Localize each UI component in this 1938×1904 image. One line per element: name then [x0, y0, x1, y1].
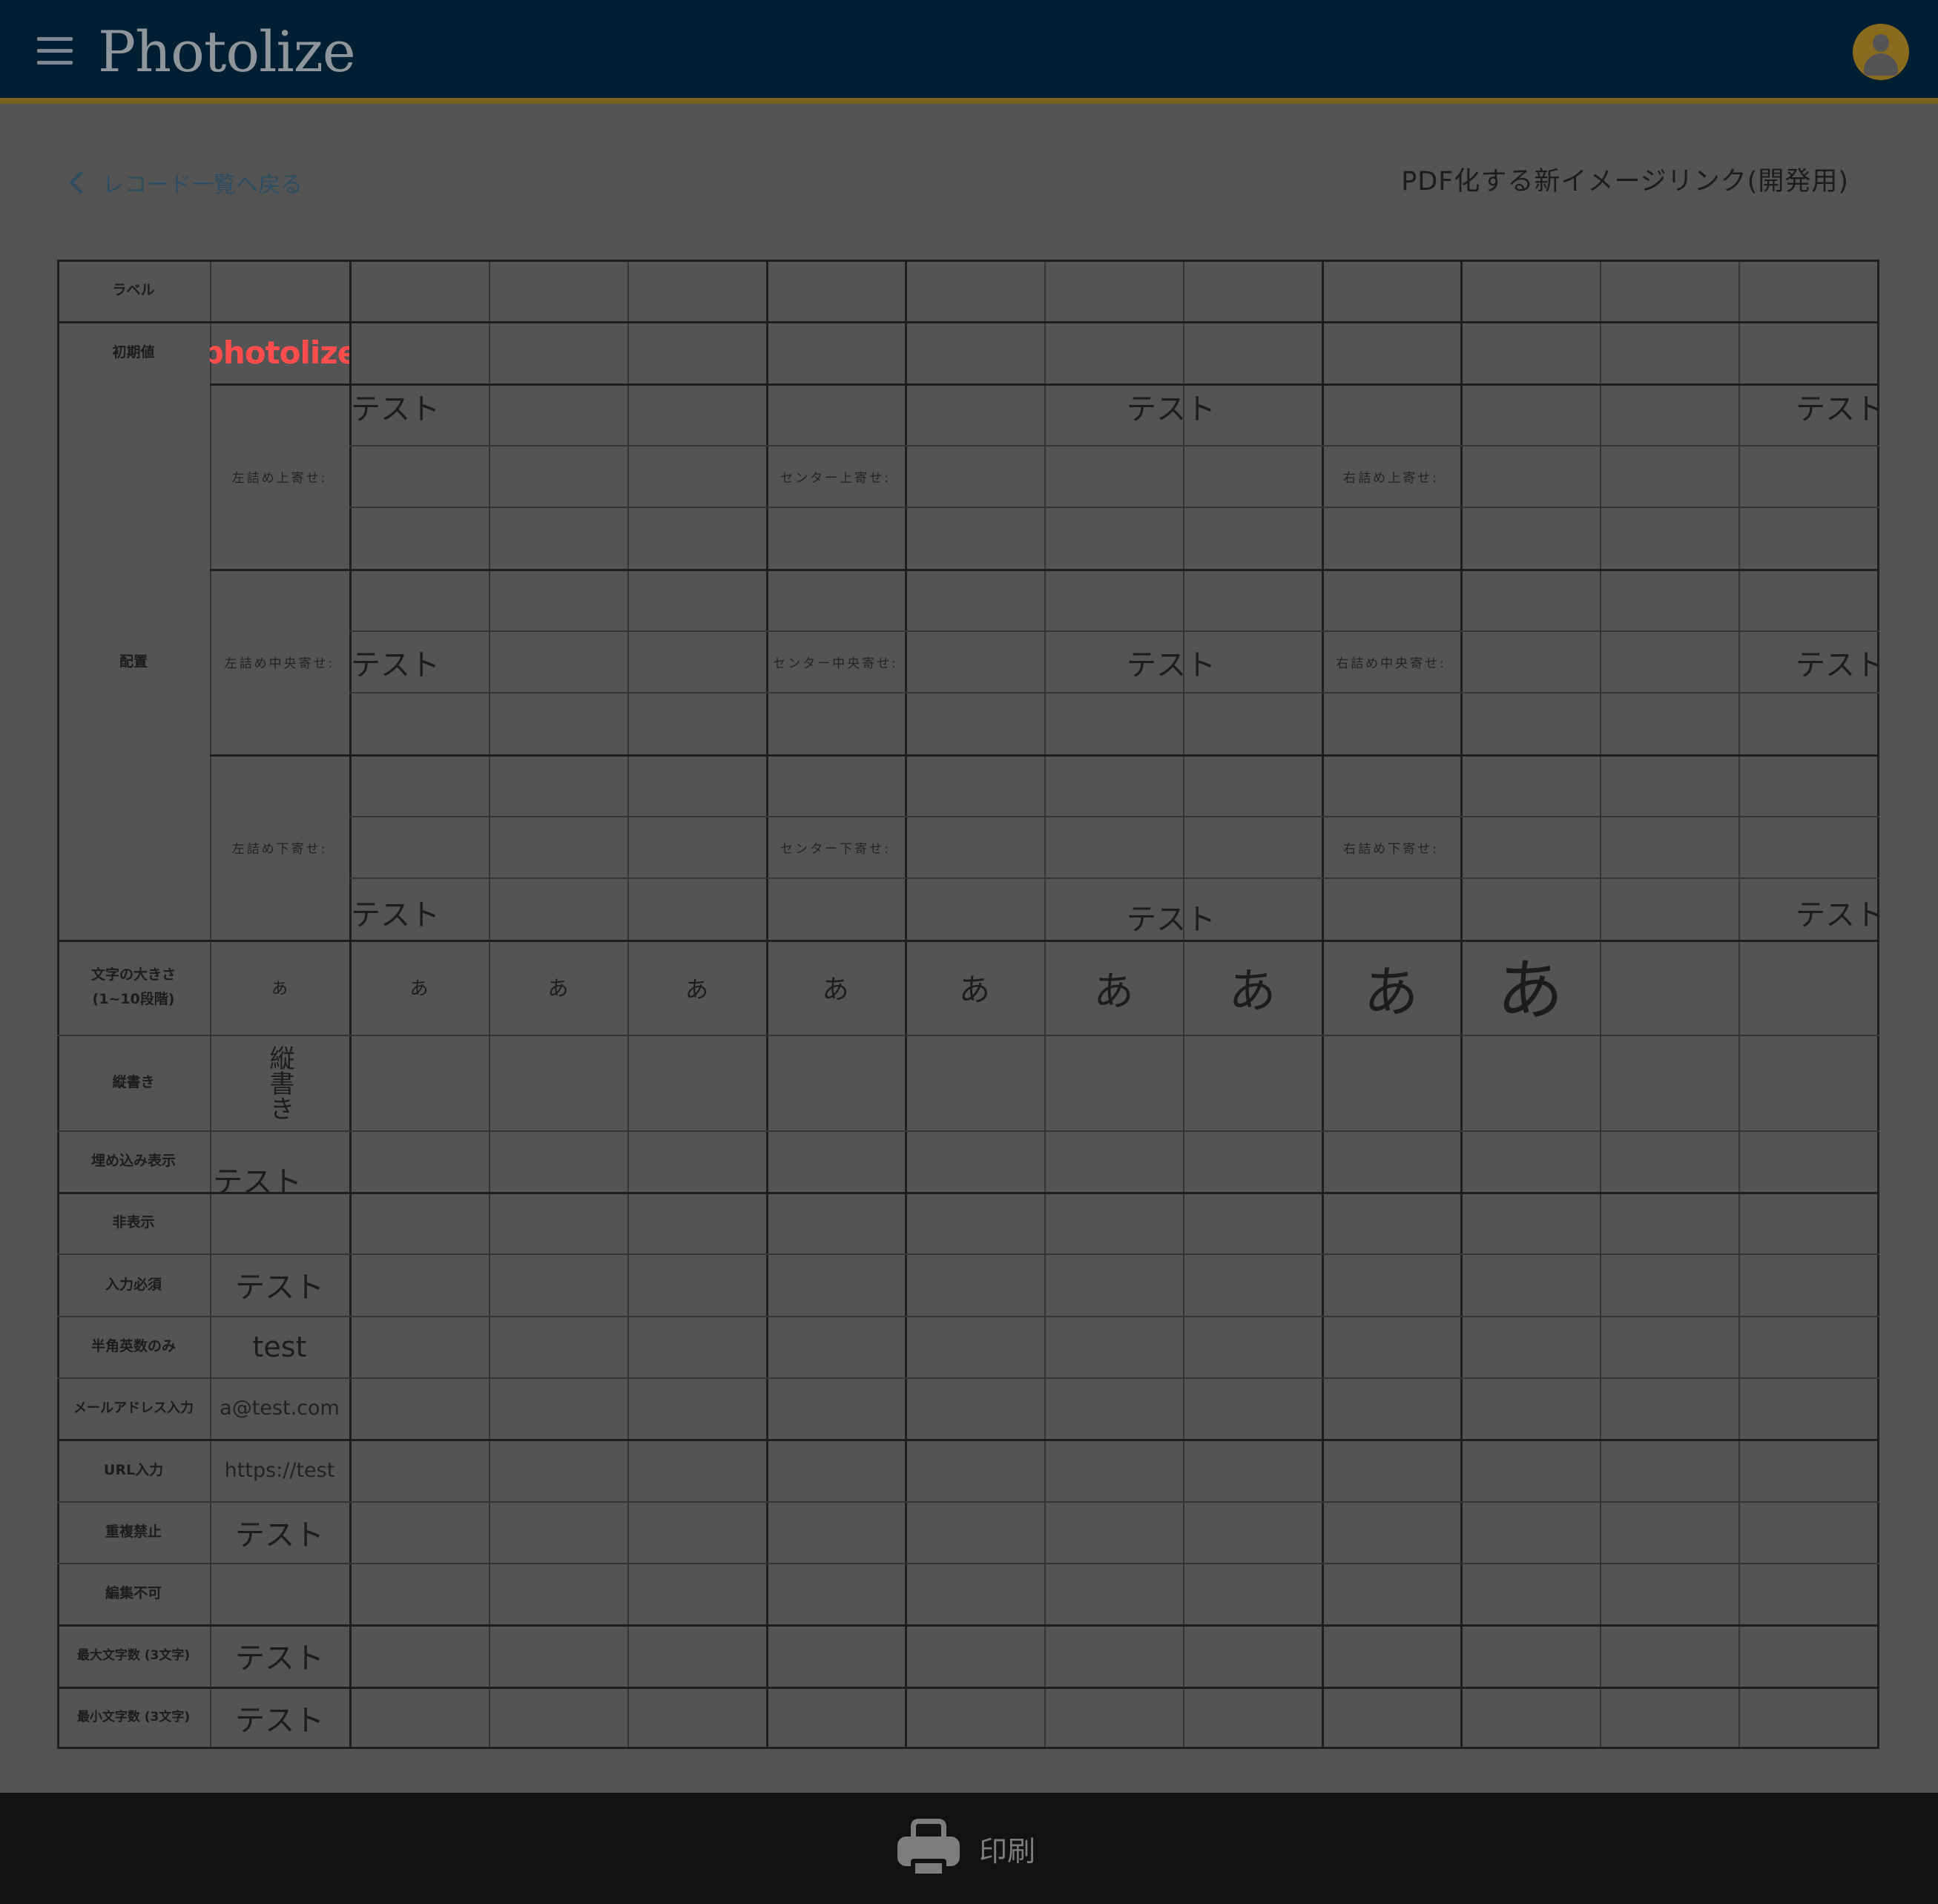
- align-text-right-top: テスト: [1796, 392, 1878, 426]
- align-text-left-mid: テスト: [351, 648, 440, 682]
- size-sample-3: あ: [547, 976, 569, 1001]
- size-sample-2: あ: [409, 978, 429, 999]
- row-label-email: メールアドレス入力: [73, 1400, 194, 1416]
- embed-field[interactable]: テスト: [210, 1130, 349, 1192]
- align-text-center-top: テスト: [1127, 392, 1216, 426]
- email-field[interactable]: a@test.com: [210, 1377, 349, 1439]
- hamburger-icon[interactable]: [37, 37, 73, 67]
- app-logo: Photolize: [98, 19, 356, 85]
- no-duplicate-field[interactable]: テスト: [210, 1501, 349, 1563]
- align-label-right-top: 右詰め上寄せ:: [1343, 470, 1439, 486]
- app-header: Photolize: [0, 0, 1938, 104]
- align-label-center-top: センター上寄せ:: [780, 470, 891, 486]
- size-sample-9: あ: [1363, 960, 1419, 1024]
- back-link-label: レコード一覧へ戻る: [102, 172, 303, 198]
- align-text-right-mid: テスト: [1796, 648, 1878, 682]
- row-label-halfwidth: 半角英数のみ: [90, 1338, 176, 1354]
- align-text-center-bot: テスト: [1127, 903, 1216, 937]
- chevron-left-icon: [69, 171, 93, 194]
- align-label-left-bot: 左詰め下寄せ:: [231, 841, 328, 857]
- align-text-left-top: テスト: [351, 392, 440, 426]
- row-label-max-chars: 最大文字数 (3文字): [76, 1647, 191, 1663]
- row-label-embed: 埋め込み表示: [90, 1153, 176, 1169]
- row-label-vertical: 縦書き: [112, 1074, 155, 1090]
- max-chars-field[interactable]: テスト: [210, 1624, 349, 1687]
- form-grid: ラベル 初期値 配置 文字の大きさ (1~10段階) 縦書き 埋め込み表示 非表…: [57, 260, 1879, 1749]
- size-sample-4: あ: [685, 976, 708, 1004]
- page-title: PDF化する新イメージリンク(開発用): [1401, 167, 1849, 197]
- align-label-left-mid: 左詰め中央寄せ:: [224, 656, 335, 671]
- row-label-label: ラベル: [112, 282, 155, 298]
- initial-value-logo: photolize: [210, 321, 349, 383]
- row-label-min-chars: 最小文字数 (3文字): [76, 1710, 191, 1725]
- print-button[interactable]: 印刷: [897, 1815, 1035, 1882]
- user-avatar-icon[interactable]: [1853, 24, 1909, 80]
- size-sample-8: あ: [1228, 964, 1276, 1019]
- footer-bar: 印刷: [0, 1793, 1938, 1904]
- row-label-font-size: 文字の大きさ (1~10段階): [90, 966, 176, 1007]
- size-sample-10: あ: [1497, 952, 1563, 1030]
- align-label-right-mid: 右詰め中央寄せ:: [1336, 656, 1446, 671]
- size-sample-5: あ: [822, 975, 849, 1005]
- row-label-required: 入力必須: [105, 1276, 162, 1293]
- align-text-right-bot: テスト: [1796, 898, 1878, 932]
- print-label: 印刷: [979, 1834, 1036, 1868]
- row-label-hidden: 非表示: [112, 1214, 155, 1231]
- align-text-left-bot: テスト: [351, 898, 440, 932]
- align-label-center-mid: センター中央寄せ:: [773, 656, 898, 671]
- row-label-no-edit: 編集不可: [105, 1585, 162, 1601]
- row-label-no-duplicate: 重複禁止: [105, 1523, 162, 1540]
- align-label-center-bot: センター下寄せ:: [780, 841, 891, 857]
- size-sample-6: あ: [958, 971, 990, 1008]
- align-label-right-bot: 右詰め下寄せ:: [1343, 841, 1439, 857]
- align-text-center-mid: テスト: [1127, 648, 1216, 682]
- size-sample-1: あ: [271, 980, 288, 998]
- vertical-text: 縦書き: [265, 1044, 294, 1121]
- photolize-logo-text: photolize: [210, 334, 349, 371]
- align-label-left-top: 左詰め上寄せ:: [231, 470, 328, 486]
- no-edit-field: [210, 1563, 349, 1624]
- required-field[interactable]: テスト: [210, 1254, 349, 1316]
- min-chars-field[interactable]: テスト: [210, 1687, 349, 1748]
- back-to-records-link[interactable]: レコード一覧へ戻る: [67, 165, 303, 200]
- size-sample-7: あ: [1093, 967, 1134, 1015]
- row-label-layout: 配置: [119, 653, 148, 670]
- vertical-text-field[interactable]: 縦書き: [210, 1035, 349, 1130]
- halfwidth-field[interactable]: test: [210, 1316, 349, 1377]
- printer-icon: [897, 1817, 960, 1880]
- row-label-url: URL入力: [103, 1461, 164, 1478]
- row-label-initial: 初期値: [112, 343, 155, 360]
- url-field[interactable]: https://test: [210, 1439, 349, 1501]
- embed-text: テスト: [213, 1165, 302, 1192]
